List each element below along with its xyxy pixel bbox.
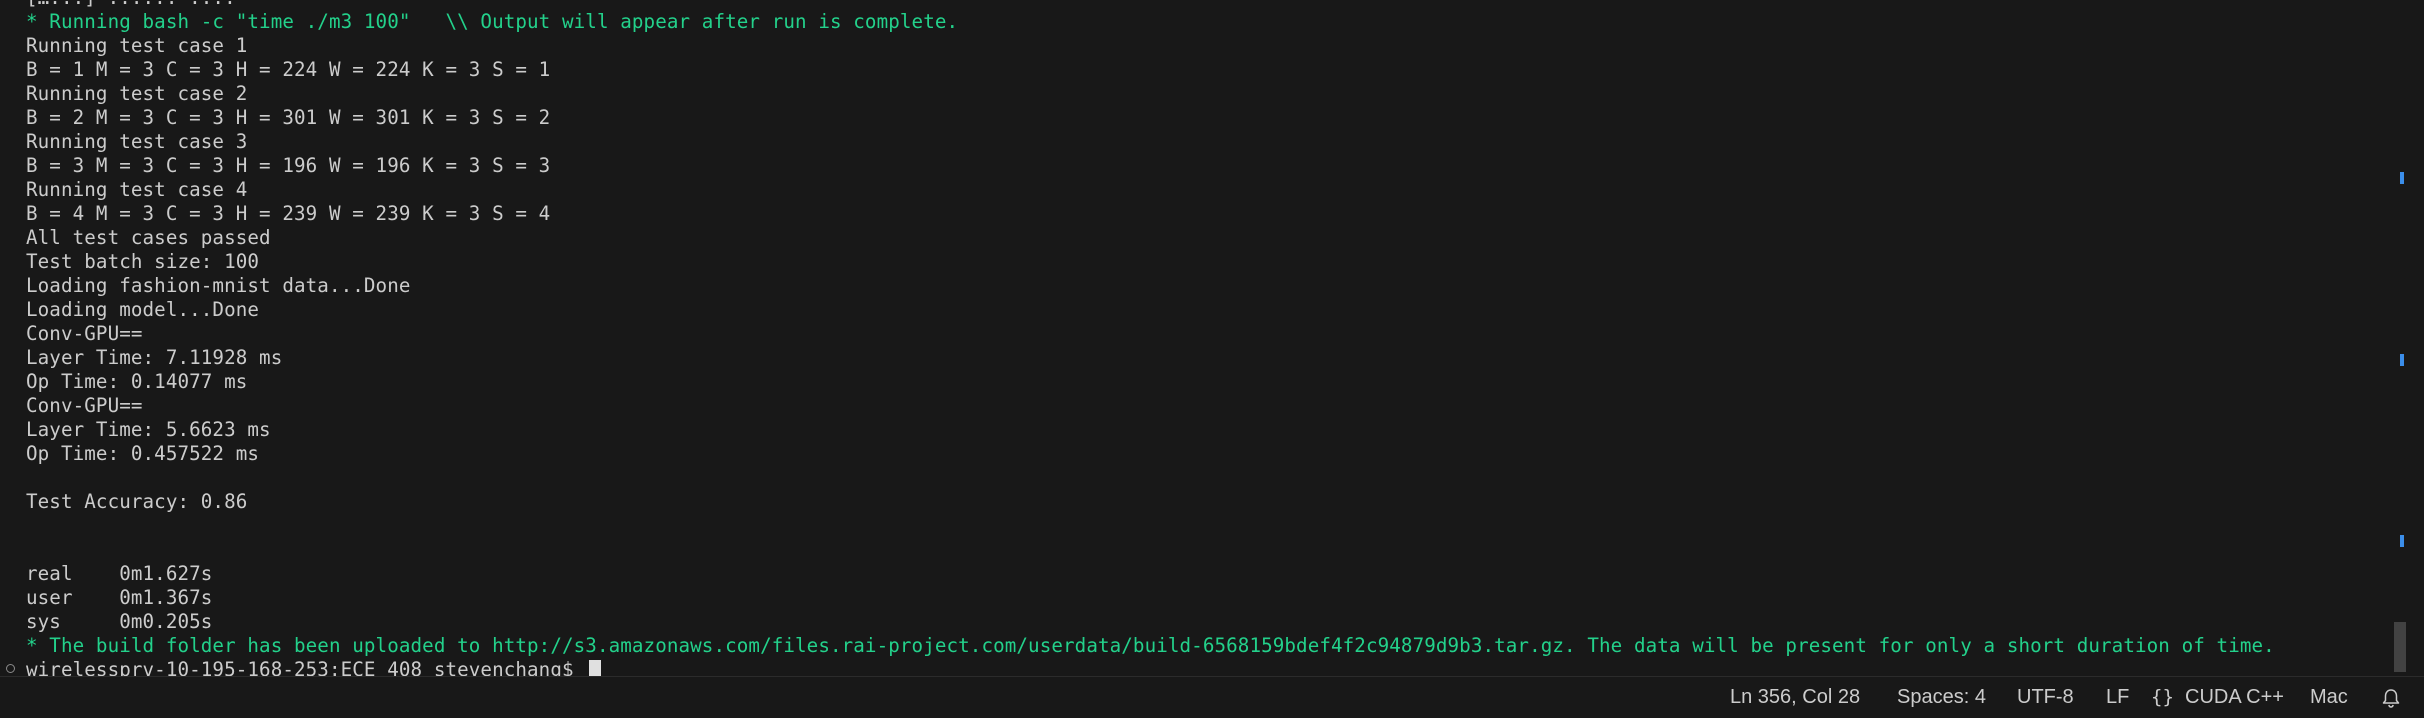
scroll-marker xyxy=(2400,535,2404,547)
cursor-position[interactable]: Ln 356, Col 28 xyxy=(1730,677,1860,718)
terminal-line: user 0m1.367s xyxy=(26,586,213,609)
shell-prompt: wirelessprv-10-195-168-253:ECE 408 steve… xyxy=(26,658,586,676)
bell-icon[interactable] xyxy=(2380,687,2402,709)
scroll-marker xyxy=(2400,172,2404,184)
terminal-line: Conv-GPU== xyxy=(26,322,143,345)
language-mode[interactable]: CUDA C++ xyxy=(2185,677,2284,718)
platform-indicator[interactable]: Mac xyxy=(2310,677,2348,718)
terminal-line: Running test case 2 xyxy=(26,82,248,105)
terminal-panel[interactable]: […...] ...... ....* Running bash -c "tim… xyxy=(0,0,2408,676)
scroll-thumb[interactable] xyxy=(2394,622,2406,672)
terminal-line: Running test case 4 xyxy=(26,178,248,201)
terminal-line: B = 3 M = 3 C = 3 H = 196 W = 196 K = 3 … xyxy=(26,154,551,177)
status-bar: Ln 356, Col 28 Spaces: 4 UTF-8 LF {} CUD… xyxy=(0,676,2424,718)
scroll-marker xyxy=(2400,354,2404,366)
terminal-line: Loading model...Done xyxy=(26,298,260,321)
terminal-line: B = 2 M = 3 C = 3 H = 301 W = 301 K = 3 … xyxy=(26,106,551,129)
terminal-line: Loading fashion-mnist data...Done xyxy=(26,274,411,297)
terminal-line: Layer Time: 7.11928 ms xyxy=(26,346,283,369)
terminal-line: * The build folder has been uploaded to … xyxy=(26,634,2275,657)
terminal-cursor xyxy=(589,660,602,676)
terminal-scrollbar[interactable] xyxy=(2392,0,2408,676)
command-status-circle-icon xyxy=(6,664,15,673)
terminal-line: […...] ...... .... xyxy=(26,0,2408,10)
encoding-setting[interactable]: UTF-8 xyxy=(2017,677,2074,718)
terminal-output: […...] ...... ....* Running bash -c "tim… xyxy=(6,0,2408,676)
line-ending-setting[interactable]: LF xyxy=(2106,677,2129,718)
terminal-line: Running test case 3 xyxy=(26,130,248,153)
terminal-line: Conv-GPU== xyxy=(26,394,143,417)
terminal-line: B = 4 M = 3 C = 3 H = 239 W = 239 K = 3 … xyxy=(26,202,551,225)
terminal-line: Running test case 1 xyxy=(26,34,248,57)
indentation-setting[interactable]: Spaces: 4 xyxy=(1897,677,1986,718)
terminal-line: Op Time: 0.14077 ms xyxy=(26,370,248,393)
terminal-line: Op Time: 0.457522 ms xyxy=(26,442,260,465)
terminal-line: Layer Time: 5.6623 ms xyxy=(26,418,271,441)
terminal-line: All test cases passed xyxy=(26,226,271,249)
terminal-line: real 0m1.627s xyxy=(26,562,213,585)
terminal-prompt-line[interactable]: wirelessprv-10-195-168-253:ECE 408 steve… xyxy=(6,658,2408,676)
braces-icon: {} xyxy=(2151,686,2174,708)
terminal-line: B = 1 M = 3 C = 3 H = 224 W = 224 K = 3 … xyxy=(26,58,551,81)
terminal-line: Test Accuracy: 0.86 xyxy=(26,490,248,513)
terminal-line: sys 0m0.205s xyxy=(26,610,213,633)
terminal-line: * Running bash -c "time ./m3 100" \\ Out… xyxy=(26,10,959,33)
terminal-line: Test batch size: 100 xyxy=(26,250,260,273)
